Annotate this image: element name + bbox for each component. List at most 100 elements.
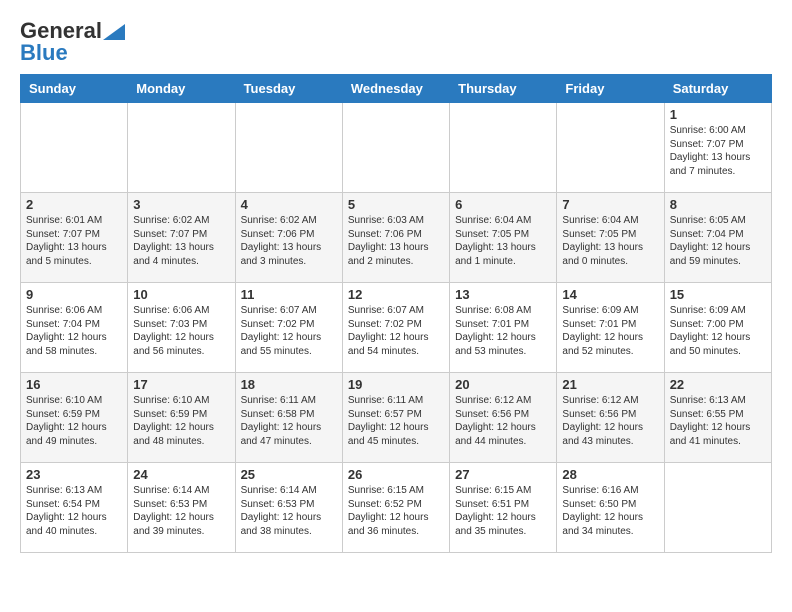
day-number: 9 bbox=[26, 287, 122, 302]
calendar-header-row: SundayMondayTuesdayWednesdayThursdayFrid… bbox=[21, 75, 772, 103]
day-info: Sunrise: 6:02 AM Sunset: 7:07 PM Dayligh… bbox=[133, 214, 229, 268]
day-info: Sunrise: 6:12 AM Sunset: 6:56 PM Dayligh… bbox=[562, 394, 658, 448]
calendar-cell bbox=[557, 103, 664, 193]
day-info: Sunrise: 6:01 AM Sunset: 7:07 PM Dayligh… bbox=[26, 214, 122, 268]
week-row-4: 16Sunrise: 6:10 AM Sunset: 6:59 PM Dayli… bbox=[21, 373, 772, 463]
calendar-cell: 9Sunrise: 6:06 AM Sunset: 7:04 PM Daylig… bbox=[21, 283, 128, 373]
day-info: Sunrise: 6:07 AM Sunset: 7:02 PM Dayligh… bbox=[241, 304, 337, 358]
day-number: 20 bbox=[455, 377, 551, 392]
day-header-saturday: Saturday bbox=[664, 75, 771, 103]
day-info: Sunrise: 6:07 AM Sunset: 7:02 PM Dayligh… bbox=[348, 304, 444, 358]
calendar-cell: 16Sunrise: 6:10 AM Sunset: 6:59 PM Dayli… bbox=[21, 373, 128, 463]
day-number: 2 bbox=[26, 197, 122, 212]
calendar-cell bbox=[235, 103, 342, 193]
page-header: General Blue bbox=[20, 20, 772, 64]
day-info: Sunrise: 6:16 AM Sunset: 6:50 PM Dayligh… bbox=[562, 484, 658, 538]
day-info: Sunrise: 6:10 AM Sunset: 6:59 PM Dayligh… bbox=[133, 394, 229, 448]
day-number: 14 bbox=[562, 287, 658, 302]
week-row-5: 23 Sunrise: 6:13 AM Sunset: 6:54 PM Dayli… bbox=[21, 463, 772, 553]
calendar-cell: 23 Sunrise: 6:13 AM Sunset: 6:54 PM Dayli… bbox=[21, 463, 128, 553]
calendar-cell: 27 Sunrise: 6:15 AM Sunset: 6:51 PM Dayli… bbox=[450, 463, 557, 553]
calendar-cell: 14 Sunrise: 6:09 AM Sunset: 7:01 PM Dayli… bbox=[557, 283, 664, 373]
day-number: 24 bbox=[133, 467, 229, 482]
day-info: Sunrise: 6:04 AM Sunset: 7:05 PM Dayligh… bbox=[562, 214, 658, 268]
day-number: 19 bbox=[348, 377, 444, 392]
day-number: 17 bbox=[133, 377, 229, 392]
day-number: 27 bbox=[455, 467, 551, 482]
calendar-cell: 28 Sunrise: 6:16 AM Sunset: 6:50 PM Dayli… bbox=[557, 463, 664, 553]
day-number: 26 bbox=[348, 467, 444, 482]
day-number: 8 bbox=[670, 197, 766, 212]
logo-icon bbox=[103, 24, 125, 40]
day-number: 3 bbox=[133, 197, 229, 212]
calendar-cell: 7 Sunrise: 6:04 AM Sunset: 7:05 PM Daylig… bbox=[557, 193, 664, 283]
day-number: 13 bbox=[455, 287, 551, 302]
day-info: Sunrise: 6:11 AM Sunset: 6:58 PM Dayligh… bbox=[241, 394, 337, 448]
calendar-cell: 15 Sunrise: 6:09 AM Sunset: 7:00 PM Dayli… bbox=[664, 283, 771, 373]
day-info: Sunrise: 6:15 AM Sunset: 6:52 PM Dayligh… bbox=[348, 484, 444, 538]
day-number: 18 bbox=[241, 377, 337, 392]
day-number: 23 bbox=[26, 467, 122, 482]
calendar-cell: 20 Sunrise: 6:12 AM Sunset: 6:56 PM Dayli… bbox=[450, 373, 557, 463]
day-info: Sunrise: 6:03 AM Sunset: 7:06 PM Dayligh… bbox=[348, 214, 444, 268]
calendar-table: SundayMondayTuesdayWednesdayThursdayFrid… bbox=[20, 74, 772, 553]
day-info: Sunrise: 6:15 AM Sunset: 6:51 PM Dayligh… bbox=[455, 484, 551, 538]
calendar-cell: 26 Sunrise: 6:15 AM Sunset: 6:52 PM Dayli… bbox=[342, 463, 449, 553]
day-number: 25 bbox=[241, 467, 337, 482]
calendar-cell: 8 Sunrise: 6:05 AM Sunset: 7:04 PM Daylig… bbox=[664, 193, 771, 283]
logo-general: General bbox=[20, 20, 102, 42]
day-info: Sunrise: 6:05 AM Sunset: 7:04 PM Dayligh… bbox=[670, 214, 766, 268]
day-info: Sunrise: 6:00 AM Sunset: 7:07 PM Dayligh… bbox=[670, 124, 766, 178]
week-row-1: 1 Sunrise: 6:00 AM Sunset: 7:07 PM Daylig… bbox=[21, 103, 772, 193]
calendar-cell: 6 Sunrise: 6:04 AM Sunset: 7:05 PM Daylig… bbox=[450, 193, 557, 283]
day-info: Sunrise: 6:13 AM Sunset: 6:55 PM Dayligh… bbox=[670, 394, 766, 448]
calendar-cell bbox=[342, 103, 449, 193]
calendar-cell: 11 Sunrise: 6:07 AM Sunset: 7:02 PM Dayli… bbox=[235, 283, 342, 373]
day-info: Sunrise: 6:11 AM Sunset: 6:57 PM Dayligh… bbox=[348, 394, 444, 448]
day-number: 12 bbox=[348, 287, 444, 302]
calendar-cell: 2 Sunrise: 6:01 AM Sunset: 7:07 PM Daylig… bbox=[21, 193, 128, 283]
calendar-cell: 4Sunrise: 6:02 AM Sunset: 7:06 PM Daylig… bbox=[235, 193, 342, 283]
calendar-cell: 1 Sunrise: 6:00 AM Sunset: 7:07 PM Daylig… bbox=[664, 103, 771, 193]
week-row-2: 2 Sunrise: 6:01 AM Sunset: 7:07 PM Daylig… bbox=[21, 193, 772, 283]
day-info: Sunrise: 6:09 AM Sunset: 7:00 PM Dayligh… bbox=[670, 304, 766, 358]
day-info: Sunrise: 6:09 AM Sunset: 7:01 PM Dayligh… bbox=[562, 304, 658, 358]
day-info: Sunrise: 6:14 AM Sunset: 6:53 PM Dayligh… bbox=[241, 484, 337, 538]
day-info: Sunrise: 6:04 AM Sunset: 7:05 PM Dayligh… bbox=[455, 214, 551, 268]
calendar-cell: 22 Sunrise: 6:13 AM Sunset: 6:55 PM Dayli… bbox=[664, 373, 771, 463]
day-header-thursday: Thursday bbox=[450, 75, 557, 103]
day-info: Sunrise: 6:02 AM Sunset: 7:06 PM Dayligh… bbox=[241, 214, 337, 268]
day-number: 22 bbox=[670, 377, 766, 392]
calendar-cell bbox=[664, 463, 771, 553]
calendar-cell bbox=[450, 103, 557, 193]
day-header-wednesday: Wednesday bbox=[342, 75, 449, 103]
day-info: Sunrise: 6:13 AM Sunset: 6:54 PM Dayligh… bbox=[26, 484, 122, 538]
day-header-sunday: Sunday bbox=[21, 75, 128, 103]
calendar-cell: 10 Sunrise: 6:06 AM Sunset: 7:03 PM Dayli… bbox=[128, 283, 235, 373]
day-info: Sunrise: 6:08 AM Sunset: 7:01 PM Dayligh… bbox=[455, 304, 551, 358]
day-header-monday: Monday bbox=[128, 75, 235, 103]
calendar-cell bbox=[21, 103, 128, 193]
calendar-cell bbox=[128, 103, 235, 193]
day-number: 10 bbox=[133, 287, 229, 302]
calendar-cell: 25 Sunrise: 6:14 AM Sunset: 6:53 PM Dayli… bbox=[235, 463, 342, 553]
day-info: Sunrise: 6:10 AM Sunset: 6:59 PM Dayligh… bbox=[26, 394, 122, 448]
day-header-tuesday: Tuesday bbox=[235, 75, 342, 103]
calendar-cell: 19 Sunrise: 6:11 AM Sunset: 6:57 PM Dayli… bbox=[342, 373, 449, 463]
day-number: 6 bbox=[455, 197, 551, 212]
day-info: Sunrise: 6:14 AM Sunset: 6:53 PM Dayligh… bbox=[133, 484, 229, 538]
calendar-cell: 17 Sunrise: 6:10 AM Sunset: 6:59 PM Dayli… bbox=[128, 373, 235, 463]
day-number: 28 bbox=[562, 467, 658, 482]
day-number: 11 bbox=[241, 287, 337, 302]
day-number: 15 bbox=[670, 287, 766, 302]
week-row-3: 9Sunrise: 6:06 AM Sunset: 7:04 PM Daylig… bbox=[21, 283, 772, 373]
day-number: 21 bbox=[562, 377, 658, 392]
day-number: 1 bbox=[670, 107, 766, 122]
calendar-cell: 5Sunrise: 6:03 AM Sunset: 7:06 PM Daylig… bbox=[342, 193, 449, 283]
day-info: Sunrise: 6:12 AM Sunset: 6:56 PM Dayligh… bbox=[455, 394, 551, 448]
calendar-cell: 24 Sunrise: 6:14 AM Sunset: 6:53 PM Dayli… bbox=[128, 463, 235, 553]
calendar-cell: 18 Sunrise: 6:11 AM Sunset: 6:58 PM Dayli… bbox=[235, 373, 342, 463]
day-number: 7 bbox=[562, 197, 658, 212]
day-info: Sunrise: 6:06 AM Sunset: 7:03 PM Dayligh… bbox=[133, 304, 229, 358]
calendar-cell: 3 Sunrise: 6:02 AM Sunset: 7:07 PM Daylig… bbox=[128, 193, 235, 283]
